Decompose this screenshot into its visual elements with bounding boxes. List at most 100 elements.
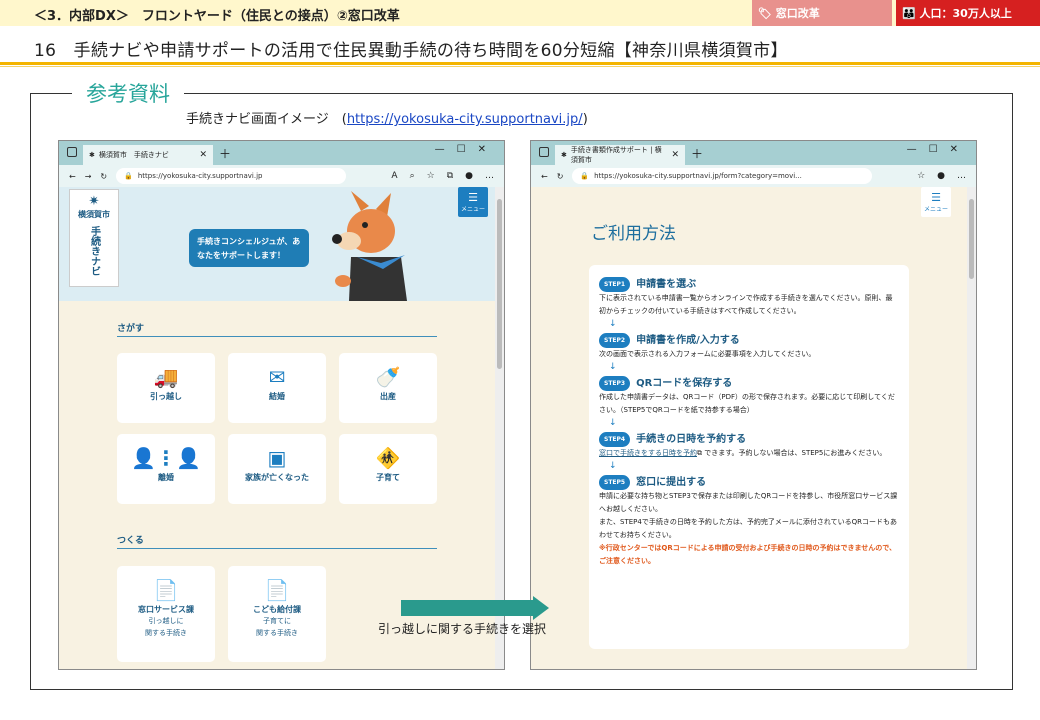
address-bar: ← → ↻ 🔒 https://yokosuka-city.supportnavi.j… — [59, 165, 504, 187]
favorite-icon[interactable]: ☆ — [427, 171, 435, 181]
card-sub: 子育てに — [263, 617, 291, 625]
menu-label: メニュー — [923, 206, 948, 213]
arrow-down-icon: ↓ — [609, 418, 617, 428]
back-icon[interactable]: ← — [69, 172, 76, 181]
tab-actions-icon[interactable] — [67, 147, 77, 157]
envelope-icon: ✉ — [268, 365, 286, 389]
card-bereavement[interactable]: ▣ 家族が亡くなった — [228, 434, 326, 504]
hamburger-icon: ☰ — [468, 191, 478, 204]
tab-actions-icon[interactable] — [539, 147, 549, 157]
lock-icon: 🔒 — [580, 172, 590, 180]
toolbar-icons: A ⌕ ☆ ⧉ ● … — [391, 171, 494, 181]
scroll-thumb[interactable] — [969, 199, 974, 279]
card-sub: 引っ越しに — [148, 617, 184, 625]
card-sub: 関する手続き — [145, 629, 187, 637]
section-divider — [117, 548, 437, 549]
reload-icon[interactable]: ↻ — [557, 172, 564, 181]
document-add-icon: 📄 — [153, 578, 179, 602]
page-title: ご利用方法 — [591, 224, 676, 244]
url-field[interactable]: 🔒 https://yokosuka-city.supportnavi.jp/fo… — [572, 168, 873, 184]
hamburger-icon: ☰ — [931, 191, 941, 204]
logo-city: 横須賀市 — [78, 210, 110, 219]
favorite-icon[interactable]: ☆ — [917, 171, 925, 181]
section-create: つくる — [117, 536, 144, 546]
caption-text: 手続きナビ画面イメージ ( — [186, 112, 347, 127]
category-tag: 🏷 窓口改革 — [752, 0, 892, 26]
forward-icon[interactable]: → — [85, 172, 92, 181]
parent-child-icon: 🚸 — [375, 446, 401, 470]
more-icon[interactable]: … — [957, 171, 966, 181]
scroll-thumb[interactable] — [497, 199, 502, 369]
card-label: 子育て — [376, 473, 400, 482]
url-text: https://yokosuka-city.supportnavi.jp/for… — [594, 172, 802, 180]
card-child-benefit[interactable]: 📄 こども給付課 子育てに 関する手続き — [228, 566, 326, 662]
left-browser-window: ✱ 横須賀市 手続きナビ ✕ ＋ —☐✕ ← → ↻ 🔒 https://yokosuka… — [58, 140, 505, 670]
right-arrow-icon — [401, 596, 549, 620]
card-marriage[interactable]: ✉ 結婚 — [228, 353, 326, 423]
usage-steps: STEP1 申請書を選ぶ 下に表示されている申請書一覧からオンラインで作成する手続き… — [589, 265, 909, 649]
section-divider — [117, 336, 437, 337]
reference-link[interactable]: https://yokosuka-city.supportnavi.jp/ — [347, 112, 583, 127]
population-tag: 👪 人口：30万人以上 — [896, 0, 1040, 26]
menu-button[interactable]: ☰ メニュー — [458, 187, 488, 217]
close-tab-icon[interactable]: ✕ — [671, 150, 679, 160]
emblem-icon: ✷ — [88, 194, 100, 209]
step-heading: 申請書を選ぶ — [636, 279, 697, 290]
url-caption: 手続きナビ画面イメージ (https://yokosuka-city.suppo… — [186, 108, 588, 127]
card-label: 窓口サービス課 — [138, 605, 194, 614]
more-icon[interactable]: … — [485, 171, 494, 181]
step-heading: 窓口に提出する — [636, 477, 707, 488]
menu-button[interactable]: ☰ メニュー — [921, 187, 951, 217]
step-badge: STEP2 — [599, 333, 631, 348]
card-birth[interactable]: 🍼 出産 — [339, 353, 437, 423]
step-text: 作成した申請書データは、QRコード（PDF）の形で保存されます。必要に応じて印刷… — [599, 393, 895, 414]
arrow-down-icon: ↓ — [609, 319, 617, 329]
profile-icon[interactable]: ● — [937, 171, 945, 181]
step-3: STEP3 QRコードを保存する 作成した申請書データは、QRコード（PDF）の形で… — [599, 376, 899, 430]
city-logo[interactable]: ✷ 横須賀市 手続きナビ — [69, 189, 119, 287]
separated-people-icon: 👤⋮👤 — [131, 446, 201, 470]
tab-bar: ✱ 手続き書類作成サポート | 横須賀市 ✕ ＋ —☐✕ — [531, 141, 976, 165]
tab-bar: ✱ 横須賀市 手続きナビ ✕ ＋ —☐✕ — [59, 141, 504, 165]
reference-title: 参考資料 — [72, 78, 184, 108]
step-2: STEP2 申請書を作成/入力する 次の画面で表示される入力フォームに必要事項を入力… — [599, 333, 899, 374]
profile-icon[interactable]: ● — [465, 171, 473, 181]
browser-tab[interactable]: ✱ 手続き書類作成サポート | 横須賀市 ✕ — [555, 145, 685, 165]
back-icon[interactable]: ← — [541, 172, 548, 181]
card-childcare[interactable]: 🚸 子育て — [339, 434, 437, 504]
baby-bottle-icon: 🍼 — [375, 365, 401, 389]
hero-banner: ✷ 横須賀市 手続きナビ 手続きコンシェルジュが、あなたをサポートします！ — [59, 187, 495, 301]
right-browser-window: ✱ 手続き書類作成サポート | 横須賀市 ✕ ＋ —☐✕ ← ↻ 🔒 https://y… — [530, 140, 977, 670]
step-heading: 申請書を作成/入力する — [636, 335, 740, 346]
reload-icon[interactable]: ↻ — [100, 172, 107, 181]
tab-title: 横須賀市 手続きナビ — [98, 151, 169, 159]
url-text: https://yokosuka-city.supportnavi.jp — [137, 172, 263, 180]
logo-service: 手続きナビ — [88, 226, 100, 276]
read-aloud-icon[interactable]: A — [391, 171, 397, 181]
favicon-icon: ✱ — [89, 151, 95, 159]
portrait-icon: ▣ — [267, 446, 287, 470]
collections-icon[interactable]: ⧉ — [447, 171, 453, 181]
step-text: 申請に必要な持ち物とSTEP3で保存または印刷したQRコードを持参し、市役所窓口… — [599, 492, 898, 513]
close-tab-icon[interactable]: ✕ — [199, 150, 207, 160]
page-headline: 16 手続ナビや申請サポートの活用で住民異動手続の待ち時間を60分短縮【神奈川県… — [34, 41, 788, 61]
external-link-icon: ⧉ — [697, 449, 702, 457]
window-controls[interactable]: —☐✕ — [435, 144, 498, 155]
card-moving[interactable]: 🚚 引っ越し — [117, 353, 215, 423]
url-field[interactable]: 🔒 https://yokosuka-city.supportnavi.jp — [116, 168, 347, 184]
card-window-service[interactable]: 📄 窓口サービス課 引っ越しに関する手続き — [117, 566, 215, 662]
population-label: 人口：30万人以上 — [919, 7, 1012, 20]
window-controls[interactable]: —☐✕ — [907, 144, 970, 155]
card-divorce[interactable]: 👤⋮👤 離婚 — [117, 434, 215, 504]
browser-tab[interactable]: ✱ 横須賀市 手続きナビ ✕ — [83, 145, 213, 165]
truck-icon: 🚚 — [153, 365, 179, 389]
toolbar-icons: ☆ ● … — [917, 171, 966, 181]
scrollbar[interactable] — [967, 187, 976, 669]
new-tab-icon[interactable]: ＋ — [219, 145, 231, 162]
divider-thin — [0, 66, 1040, 67]
new-tab-icon[interactable]: ＋ — [691, 145, 703, 162]
section-title: ＜3．内部DX＞ フロントヤード（住民との接点）②窓口改革 — [34, 9, 400, 24]
zoom-icon[interactable]: ⌕ — [410, 171, 415, 181]
reservation-link[interactable]: 窓口で手続きをする日時を予約 — [599, 449, 697, 457]
step-badge: STEP1 — [599, 277, 631, 292]
